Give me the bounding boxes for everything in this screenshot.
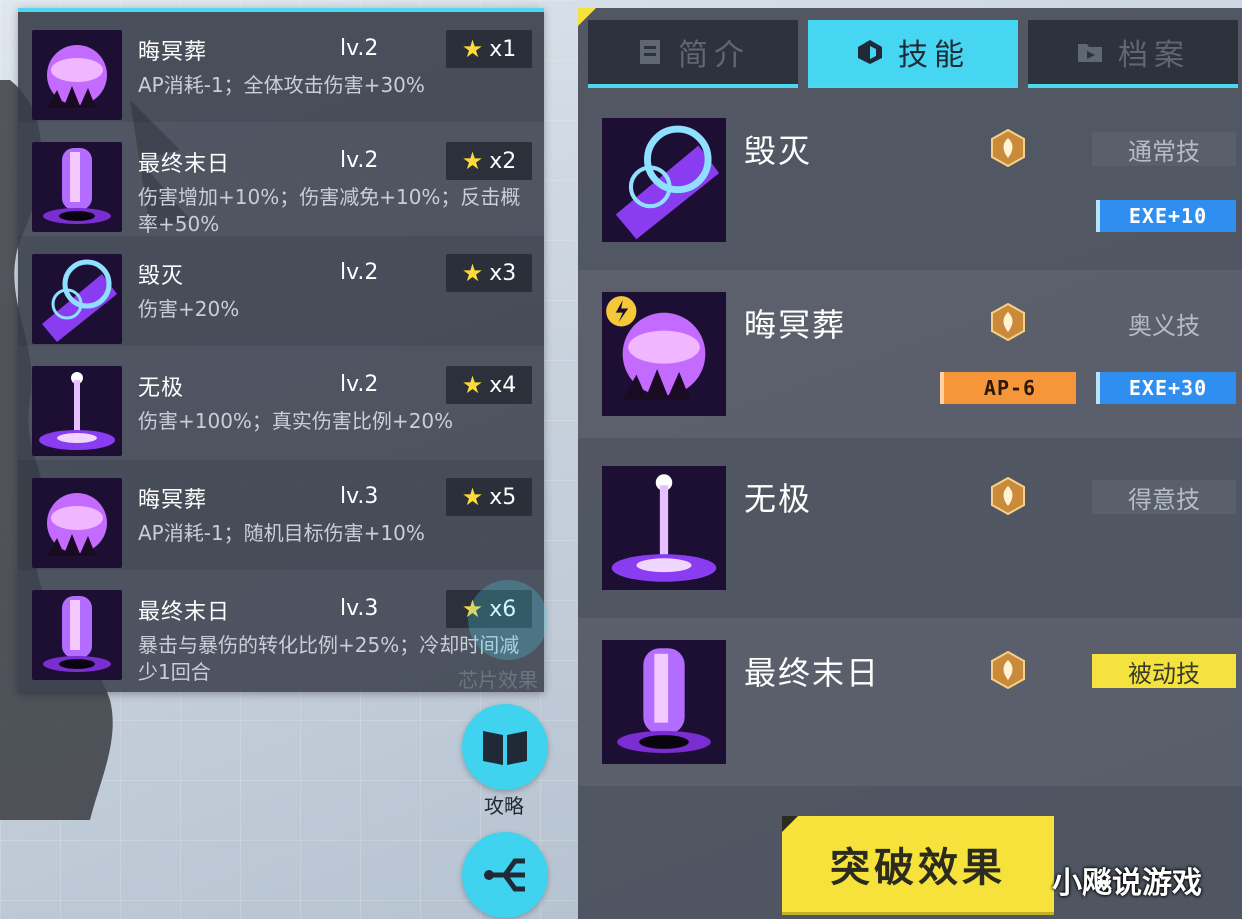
fire-badge-icon [991, 302, 1025, 342]
chip-level: lv.3 [340, 596, 379, 621]
chip-description: 伤害+20% [138, 297, 240, 321]
chip-count-badge: ★ x4 [446, 366, 532, 404]
pillar-skill-icon [602, 640, 726, 764]
tab-label: 简介 [678, 38, 750, 73]
chip-name: 最终末日 [138, 152, 231, 177]
chip-level: lv.2 [340, 372, 379, 397]
exe-tag: EXE+30 [1096, 372, 1236, 404]
fire-badge-icon [991, 476, 1025, 516]
chip-row[interactable]: 晦冥葬 lv.3 ★ x5 AP消耗-1；随机目标伤害+10% [18, 460, 544, 570]
chip-name: 最终末日 [138, 600, 231, 625]
book-icon [483, 731, 527, 765]
fire-badge-icon [991, 650, 1025, 690]
tab-profile[interactable]: 简介 [588, 20, 798, 88]
chip-description: 伤害+100%；真实伤害比例+20% [138, 409, 454, 433]
chip-row[interactable]: 无极 lv.2 ★ x4 伤害+100%；真实伤害比例+20% [18, 348, 544, 458]
chip-level: lv.2 [340, 260, 379, 285]
skill-name: 无极 [744, 480, 813, 518]
chip-description: 伤害增加+10%；伤害减免+10%；反击概率+50% [138, 185, 521, 236]
chip-level: lv.3 [340, 484, 379, 509]
tab-label: 技能 [898, 38, 970, 73]
skill-type-badge: 得意技 [1092, 480, 1236, 514]
skill-name: 毁灭 [744, 132, 813, 170]
chip-level: lv.2 [340, 36, 379, 61]
star-icon: ★ [461, 483, 484, 511]
chip-count-badge: ★ x2 [446, 142, 532, 180]
skill-type-badge: 奥义技 [1092, 306, 1236, 340]
star-icon: ★ [461, 259, 484, 287]
fire-badge-icon [991, 128, 1025, 168]
chip-count-badge: ★ x3 [446, 254, 532, 292]
tab-label: 档案 [1118, 38, 1190, 73]
tab-bar: 简介 技能 档案 [588, 20, 1242, 90]
chip-level: lv.2 [340, 148, 379, 173]
chip-count: x5 [489, 484, 517, 510]
chip-row[interactable]: 最终末日 lv.2 ★ x2 伤害增加+10%；伤害减免+10%；反击概率+50% [18, 124, 544, 236]
tab-archive[interactable]: 档案 [1028, 20, 1238, 88]
chip-count: x2 [489, 148, 517, 174]
skill-type-badge: 通常技 [1092, 132, 1236, 166]
beam-skill-icon [602, 466, 726, 590]
skill-type-badge: 被动技 [1092, 654, 1236, 688]
chip-count: x1 [489, 36, 517, 62]
chip-count: x4 [489, 372, 517, 398]
chip-name: 无极 [138, 376, 185, 401]
orb-skill-icon [32, 30, 122, 120]
guide-button[interactable] [462, 704, 548, 790]
chip-count: x3 [489, 260, 517, 286]
skill-name: 晦冥葬 [744, 306, 847, 344]
chip-description: AP消耗-1；全体攻击伤害+30% [138, 73, 425, 97]
chip-row[interactable]: 毁灭 lv.2 ★ x3 伤害+20% [18, 236, 544, 346]
beam-skill-icon [32, 366, 122, 456]
folder-icon [1078, 44, 1102, 62]
star-icon: ★ [461, 147, 484, 175]
star-icon: ★ [461, 371, 484, 399]
chip-row[interactable]: 晦冥葬 lv.2 ★ x1 AP消耗-1；全体攻击伤害+30% [18, 12, 544, 122]
skill-row[interactable]: 毁灭 通常技 EXE+10 [578, 96, 1242, 264]
skill-row[interactable]: 无极 得意技 [578, 444, 1242, 612]
skill-icon [858, 40, 882, 64]
pillar-skill-icon [32, 142, 122, 232]
chip-name: 晦冥葬 [138, 40, 208, 65]
breakthrough-button[interactable]: 突破效果 [782, 816, 1054, 912]
star-icon: ★ [461, 35, 484, 63]
skill-row[interactable]: 最终末日 被动技 [578, 618, 1242, 786]
guide-label: 攻略 [484, 794, 524, 818]
skill-name: 最终末日 [744, 654, 881, 692]
chip-effect-button[interactable] [468, 580, 548, 660]
exe-tag: EXE+10 [1096, 200, 1236, 232]
share-button[interactable] [462, 832, 548, 918]
chip-count-badge: ★ x1 [446, 30, 532, 68]
chip-name: 毁灭 [138, 264, 185, 289]
chip-description: AP消耗-1；随机目标伤害+10% [138, 521, 425, 545]
watermark: 小飚说游戏 [1052, 866, 1202, 901]
tab-skills[interactable]: 技能 [808, 20, 1018, 88]
chip-effect-label: 芯片效果 [458, 668, 538, 692]
profile-icon [640, 40, 660, 64]
ring-skill-icon [602, 118, 726, 242]
chip-list-panel: 晦冥葬 lv.2 ★ x1 AP消耗-1；全体攻击伤害+30% 最终末日 lv.2… [18, 8, 544, 692]
branch-icon [484, 858, 525, 892]
ap-tag: AP-6 [940, 372, 1076, 404]
skill-row[interactable]: 晦冥葬 奥义技 AP-6 EXE+30 [578, 270, 1242, 438]
pillar-skill-icon [32, 590, 122, 680]
chip-name: 晦冥葬 [138, 488, 208, 513]
orb-skill-icon [602, 292, 726, 416]
ring-skill-icon [32, 254, 122, 344]
chip-count-badge: ★ x5 [446, 478, 532, 516]
orb-skill-icon [32, 478, 122, 568]
